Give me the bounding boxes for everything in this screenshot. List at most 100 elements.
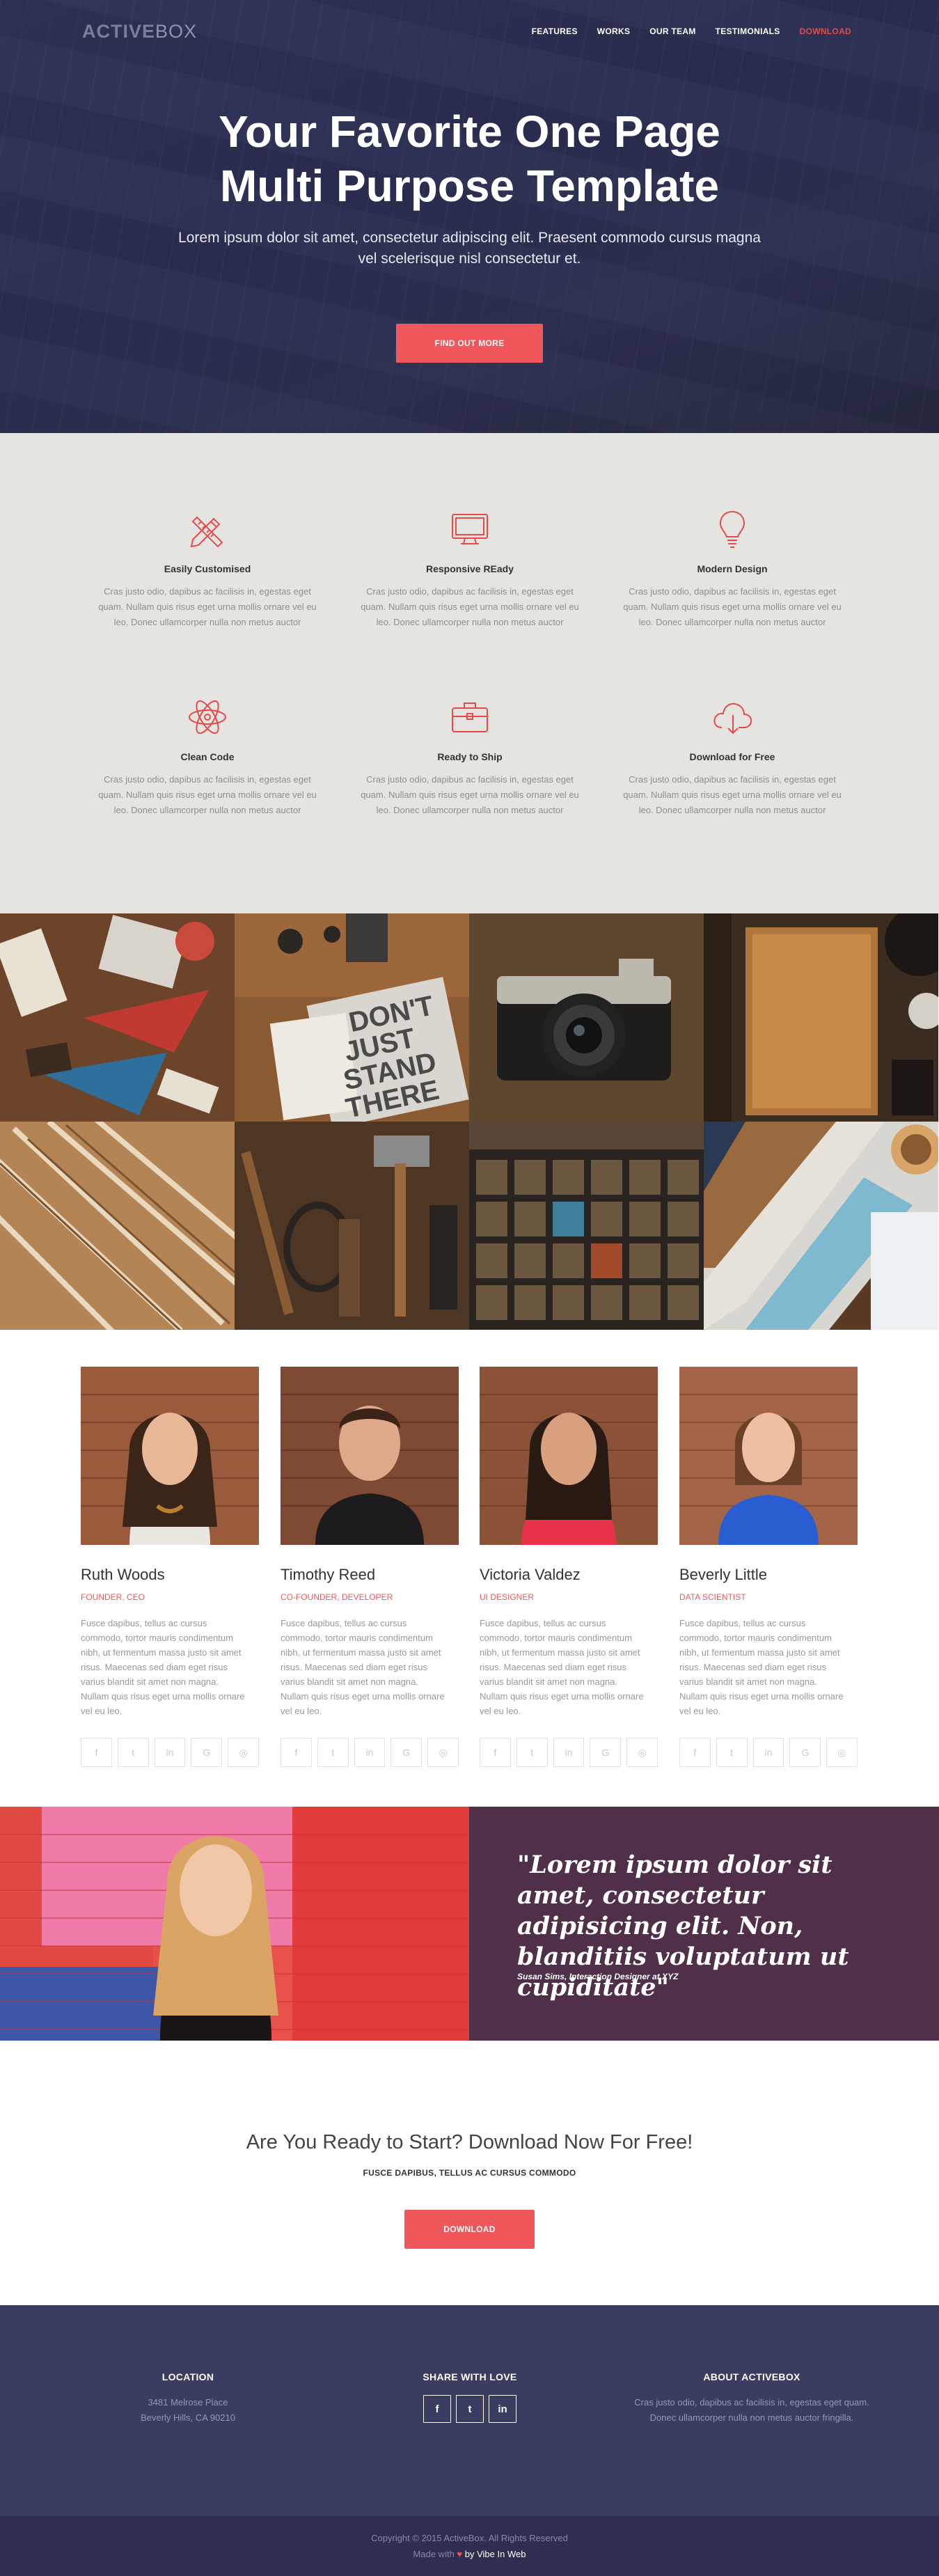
- nav-item-our-team[interactable]: OUR TEAM: [649, 26, 695, 36]
- portfolio-gallery: DON'T JUST STAND THERE: [0, 913, 939, 1330]
- dribbble-icon[interactable]: ◎: [228, 1738, 259, 1767]
- features-section: Easily Customised Cras justo odio, dapib…: [0, 433, 939, 913]
- feature-text: Cras justo odio, dapibus ac facilisis in…: [98, 586, 317, 627]
- made-with-text: Made with: [413, 2549, 455, 2559]
- feature-item: Ready to Ship Cras justo odio, dapibus a…: [355, 693, 585, 818]
- linkedin-icon[interactable]: in: [553, 1738, 585, 1767]
- feature-title: Modern Design: [697, 563, 768, 574]
- google-icon[interactable]: G: [191, 1738, 223, 1767]
- team-member-card: Victoria Valdez UI DESIGNER Fusce dapibu…: [480, 1367, 658, 1767]
- avatar: [81, 1367, 259, 1545]
- coffee-wood-photo[interactable]: [704, 1122, 938, 1330]
- avatar: [480, 1367, 658, 1545]
- hero-background: [0, 0, 939, 433]
- linkedin-icon[interactable]: in: [752, 1738, 784, 1767]
- footer-share: SHARE WITH LOVE f t in: [352, 2371, 588, 2423]
- feature-text: Cras justo odio, dapibus ac facilisis in…: [623, 774, 842, 815]
- member-role: DATA SCIENTIST: [679, 1592, 746, 1602]
- twitter-icon[interactable]: t: [516, 1738, 548, 1767]
- main-nav: FEATURES WORKS OUR TEAM TESTIMONIALS DOW…: [532, 26, 851, 36]
- feature-item: Download for Free Cras justo odio, dapib…: [617, 693, 847, 818]
- pennants-photo[interactable]: [0, 913, 235, 1122]
- team-section: Ruth Woods FOUNDER, CEO Fusce dapibus, t…: [0, 1330, 939, 1807]
- feature-title: Ready to Ship: [437, 751, 503, 762]
- feature-text: Cras justo odio, dapibus ac facilisis in…: [98, 774, 317, 815]
- feature-title: Responsive REady: [425, 563, 514, 574]
- dribbble-icon[interactable]: ◎: [427, 1738, 459, 1767]
- nav-item-features[interactable]: FEATURES: [532, 26, 578, 36]
- footer-location: LOCATION 3481 Melrose Place Beverly Hills…: [70, 2371, 306, 2426]
- member-bio: Fusce dapibus, tellus ac cursus commodo,…: [480, 1618, 644, 1716]
- logo[interactable]: ACTIVEBOX: [82, 21, 197, 42]
- download-button[interactable]: DOWNLOAD: [404, 2210, 535, 2249]
- testimonial-photo: [0, 1807, 469, 2041]
- member-name: Victoria Valdez: [480, 1566, 581, 1583]
- twitter-icon[interactable]: t: [456, 2395, 484, 2423]
- notebook-photo[interactable]: [704, 913, 938, 1122]
- twitter-icon[interactable]: t: [716, 1738, 748, 1767]
- hero-section: ACTIVEBOX FEATURES WORKS OUR TEAM TESTIM…: [0, 0, 939, 433]
- hero-title-line2: Multi Purpose Template: [219, 161, 720, 211]
- feature-text: Cras justo odio, dapibus ac facilisis in…: [361, 774, 579, 815]
- twitter-icon[interactable]: t: [317, 1738, 349, 1767]
- member-name: Timothy Reed: [281, 1566, 376, 1583]
- testimonial-section: "Lorem ipsum dolor sit amet, consectetur…: [0, 1807, 939, 2041]
- avatar: [679, 1367, 858, 1545]
- member-bio: Fusce dapibus, tellus ac cursus commodo,…: [281, 1618, 445, 1716]
- feature-item: Clean Code Cras justo odio, dapibus ac f…: [93, 693, 322, 818]
- hero-title: Your Favorite One Page Multi Purpose Temp…: [0, 104, 939, 213]
- made-with-line: Made with ♥ by Vibe In Web: [0, 2549, 939, 2559]
- footer-address: 3481 Melrose Place Beverly Hills, CA 9021…: [70, 2395, 306, 2426]
- linkedin-icon[interactable]: in: [354, 1738, 386, 1767]
- letterpress-photo[interactable]: [469, 1122, 704, 1330]
- dribbble-icon[interactable]: ◎: [826, 1738, 858, 1767]
- dribbble-icon[interactable]: ◎: [626, 1738, 658, 1767]
- facebook-icon[interactable]: f: [423, 2395, 451, 2423]
- briefcase-icon: [445, 693, 494, 741]
- google-icon[interactable]: G: [590, 1738, 622, 1767]
- heart-icon: ♥: [457, 2549, 463, 2559]
- camera-photo[interactable]: [469, 913, 704, 1122]
- logo-bold: ACTIVE: [82, 21, 156, 42]
- linkedin-icon[interactable]: in: [154, 1738, 186, 1767]
- atom-icon: [183, 693, 232, 741]
- tools-photo[interactable]: [235, 1122, 469, 1330]
- nav-item-testimonials[interactable]: TESTIMONIALS: [716, 26, 780, 36]
- footer: LOCATION 3481 Melrose Place Beverly Hills…: [0, 2305, 939, 2516]
- copyright-bar: Copyright © 2015 ActiveBox. All Rights R…: [0, 2516, 939, 2576]
- hero-subtitle: Lorem ipsum dolor sit amet, consectetur …: [178, 230, 761, 267]
- footer-share-title: SHARE WITH LOVE: [423, 2371, 517, 2382]
- member-social-links: f t in G ◎: [679, 1738, 858, 1767]
- facebook-icon[interactable]: f: [281, 1738, 312, 1767]
- download-cta-section: Are You Ready to Start? Download Now For…: [0, 2041, 939, 2305]
- facebook-icon[interactable]: f: [81, 1738, 112, 1767]
- google-icon[interactable]: G: [789, 1738, 821, 1767]
- footer-about: ABOUT ACTIVEBOX Cras justo odio, dapibus…: [633, 2371, 870, 2426]
- vibe-in-web-link[interactable]: by Vibe In Web: [465, 2549, 526, 2559]
- team-member-card: Timothy Reed CO-FOUNDER, DEVELOPER Fusce…: [281, 1367, 459, 1767]
- google-icon[interactable]: G: [390, 1738, 423, 1767]
- address-line2: Beverly Hills, CA 90210: [141, 2412, 235, 2423]
- member-role: FOUNDER, CEO: [81, 1592, 145, 1602]
- facebook-icon[interactable]: f: [679, 1738, 711, 1767]
- team-member-card: Beverly Little DATA SCIENTIST Fusce dapi…: [679, 1367, 858, 1767]
- nav-item-works[interactable]: WORKS: [597, 26, 631, 36]
- find-out-more-button[interactable]: FIND OUT MORE: [396, 324, 543, 363]
- cloud-download-icon: [708, 693, 757, 741]
- facebook-icon[interactable]: f: [480, 1738, 511, 1767]
- member-role: CO-FOUNDER, DEVELOPER: [281, 1592, 393, 1602]
- member-social-links: f t in G ◎: [81, 1738, 259, 1767]
- member-name: Ruth Woods: [81, 1566, 165, 1583]
- feature-item: Modern Design Cras justo odio, dapibus a…: [617, 505, 847, 630]
- linkedin-icon[interactable]: in: [489, 2395, 516, 2423]
- pencils-photo[interactable]: [0, 1122, 235, 1330]
- feature-title: Download for Free: [689, 751, 775, 762]
- dont-just-stand-photo[interactable]: DON'T JUST STAND THERE: [235, 913, 469, 1122]
- twitter-icon[interactable]: t: [117, 1738, 149, 1767]
- team-member-card: Ruth Woods FOUNDER, CEO Fusce dapibus, t…: [81, 1367, 259, 1767]
- cta-title: Are You Ready to Start? Download Now For…: [246, 2131, 693, 2153]
- member-social-links: f t in G ◎: [281, 1738, 459, 1767]
- feature-text: Cras justo odio, dapibus ac facilisis in…: [623, 586, 842, 627]
- footer-location-title: LOCATION: [161, 2371, 214, 2382]
- nav-item-download[interactable]: DOWNLOAD: [800, 26, 851, 36]
